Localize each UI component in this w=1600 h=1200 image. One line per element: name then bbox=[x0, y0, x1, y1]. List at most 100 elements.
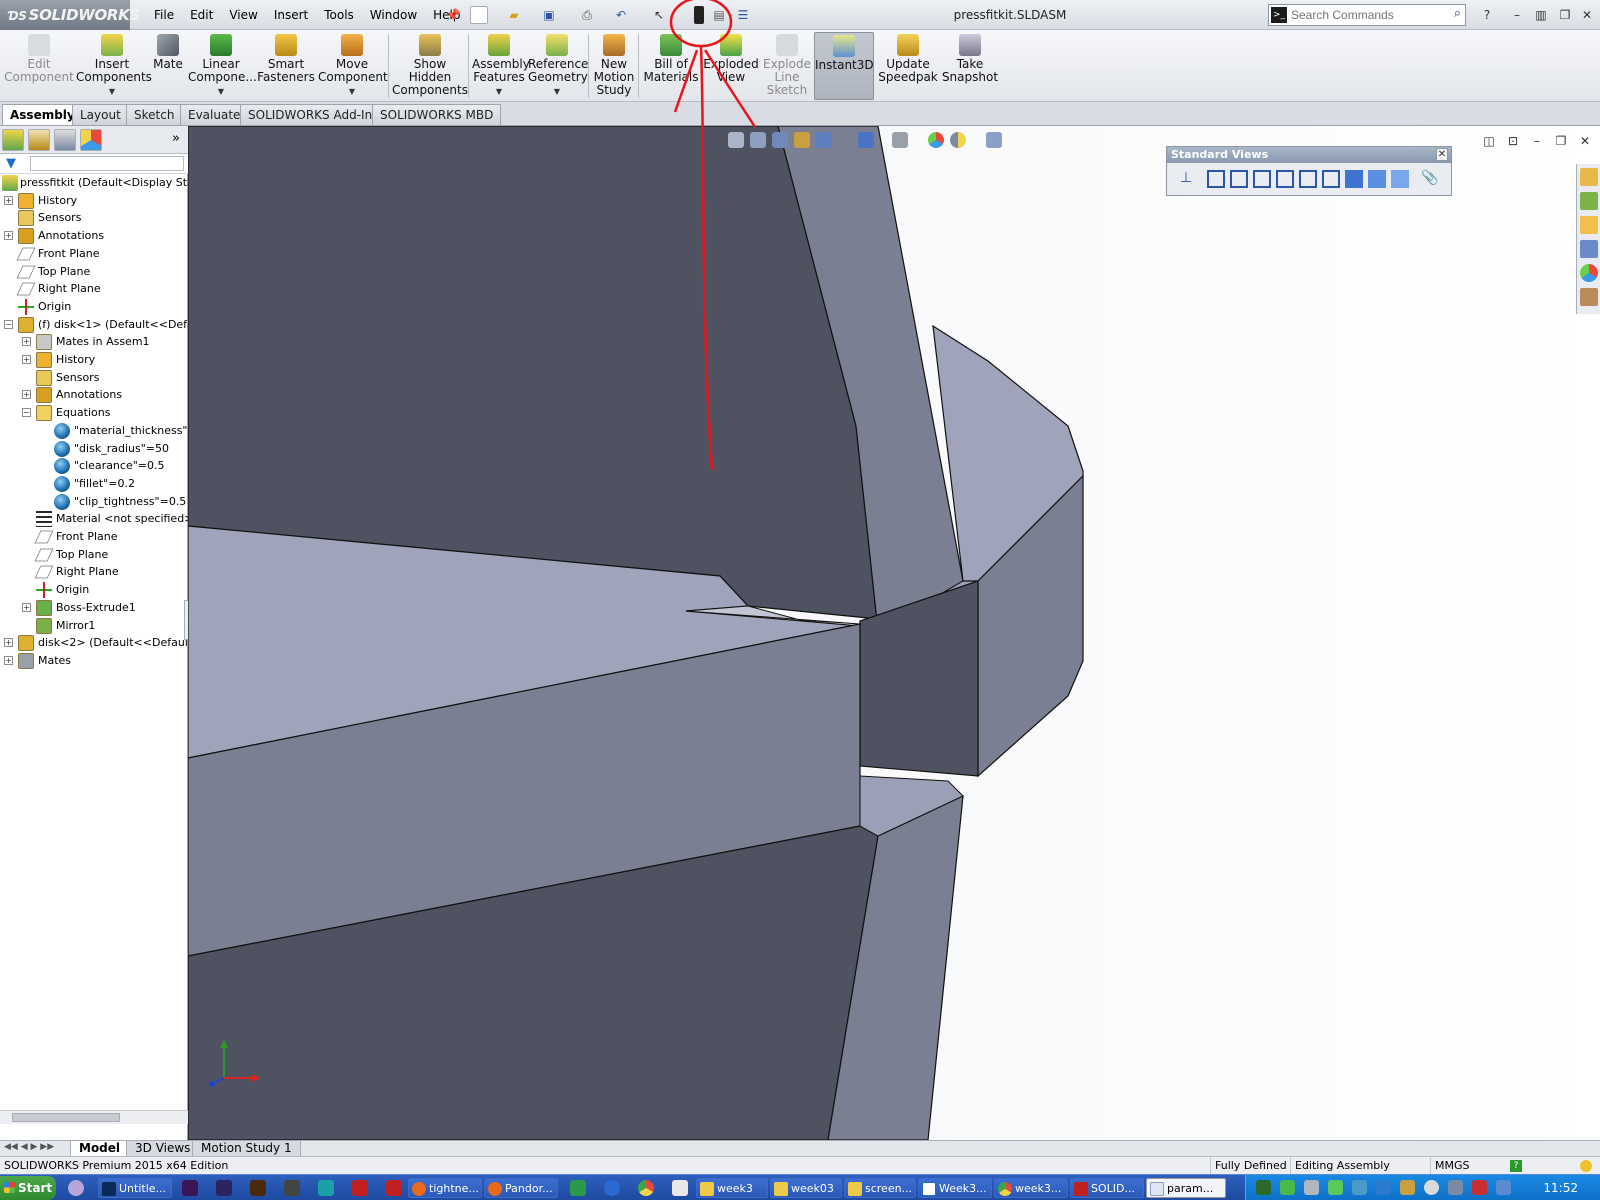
app-quick-icon[interactable] bbox=[570, 1180, 586, 1196]
view-orientation-icon[interactable] bbox=[858, 132, 874, 148]
tab-3d-views[interactable]: 3D Views bbox=[126, 1141, 200, 1157]
dropdown-arrow-icon[interactable]: ▼ bbox=[188, 85, 254, 98]
taskbar-chrome-week3[interactable]: week3... bbox=[994, 1178, 1068, 1198]
solidworks-logo[interactable]: ƊS SOLIDWORKS bbox=[0, 0, 140, 30]
view-selector-pin-icon[interactable]: 📎 bbox=[1421, 170, 1439, 188]
tree-item[interactable]: Origin bbox=[0, 581, 188, 599]
taskbar-clock[interactable]: 11:52 bbox=[1543, 1175, 1578, 1200]
display-manager-tab-icon[interactable] bbox=[80, 129, 102, 151]
tree-item[interactable]: + Annotations bbox=[0, 227, 188, 245]
volume-icon[interactable] bbox=[1424, 1180, 1439, 1195]
viewport-restore-icon[interactable]: ❐ bbox=[1552, 132, 1570, 150]
tree-item[interactable]: Sensors bbox=[0, 209, 188, 227]
undo-icon[interactable]: ↶ bbox=[612, 6, 630, 24]
dropdown-arrow-icon[interactable]: ▼ bbox=[472, 85, 526, 98]
tree-item[interactable]: "clearance"=0.5 bbox=[0, 457, 188, 475]
search-input[interactable] bbox=[1291, 6, 1436, 24]
taskbar-firefox-pandora[interactable]: Pandor... bbox=[484, 1178, 558, 1198]
illustrator-icon[interactable] bbox=[250, 1180, 266, 1196]
dropdown-arrow-icon[interactable]: ▼ bbox=[528, 85, 586, 98]
tile-icon[interactable]: ▥ bbox=[1532, 6, 1550, 24]
tray-icon[interactable] bbox=[1400, 1180, 1415, 1195]
exploded-view-button[interactable]: Exploded View bbox=[702, 32, 760, 100]
search-mode-icon[interactable]: >_ bbox=[1271, 7, 1287, 23]
right-view-icon[interactable] bbox=[1276, 170, 1294, 188]
collapse-icon[interactable]: − bbox=[22, 408, 31, 418]
move-component-button[interactable]: Move Component ▼ bbox=[318, 32, 388, 100]
print-icon[interactable]: ⎙ bbox=[578, 6, 596, 24]
app-quick-icon[interactable] bbox=[672, 1180, 688, 1196]
expand-panel-icon[interactable]: » bbox=[172, 131, 180, 146]
trimetric-view-icon[interactable] bbox=[1368, 170, 1386, 188]
tree-item[interactable]: Mirror1 bbox=[0, 617, 188, 635]
file-explorer-icon[interactable] bbox=[1580, 216, 1598, 234]
tray-icon[interactable] bbox=[1256, 1180, 1271, 1195]
save-icon[interactable]: ▣ bbox=[540, 6, 558, 24]
tab-model[interactable]: Model bbox=[70, 1141, 130, 1157]
taskbar-param[interactable]: param... bbox=[1146, 1178, 1226, 1198]
design-library-icon[interactable] bbox=[1580, 192, 1598, 210]
tab-scroll-arrows-icon[interactable]: ◀◀ ◀ ▶ ▶▶ bbox=[4, 1142, 66, 1155]
tree-item[interactable]: "disk_radius"=50 bbox=[0, 440, 188, 458]
instant3d-button[interactable]: Instant3D bbox=[814, 32, 874, 100]
options-icon[interactable]: ☰ bbox=[734, 6, 752, 24]
bottom-view-icon[interactable] bbox=[1322, 170, 1340, 188]
assembly-features-button[interactable]: Assembly Features ▼ bbox=[472, 32, 530, 100]
left-view-icon[interactable] bbox=[1253, 170, 1271, 188]
status-rebuild-icon[interactable] bbox=[1580, 1160, 1592, 1172]
feature-manager-tab-icon[interactable] bbox=[2, 129, 24, 151]
edit-component-button[interactable]: Edit Component bbox=[4, 32, 74, 100]
expand-icon[interactable]: + bbox=[4, 195, 13, 205]
hide-show-items-icon[interactable] bbox=[892, 132, 908, 148]
quick-launch-icon[interactable] bbox=[68, 1180, 84, 1196]
insert-components-button[interactable]: Insert Components ▼ bbox=[76, 32, 152, 100]
tree-item[interactable]: + History bbox=[0, 351, 188, 369]
tree-item[interactable]: "material_thickness"=3 bbox=[0, 422, 188, 440]
tray-icon[interactable] bbox=[1328, 1180, 1343, 1195]
inkscape-icon[interactable] bbox=[284, 1180, 300, 1196]
chrome-icon[interactable] bbox=[638, 1180, 654, 1196]
collapse-icon[interactable]: − bbox=[4, 319, 13, 329]
taskbar-folder-week03[interactable]: week03 bbox=[770, 1178, 842, 1198]
top-view-icon[interactable] bbox=[1299, 170, 1317, 188]
unit-system-selector[interactable]: MMGS bbox=[1430, 1157, 1474, 1175]
show-hidden-components-button[interactable]: Show Hidden Components bbox=[392, 32, 468, 100]
after-effects-icon[interactable] bbox=[216, 1180, 232, 1196]
expand-icon[interactable]: + bbox=[22, 602, 31, 612]
select-arrow-icon[interactable]: ↖ bbox=[650, 6, 668, 24]
update-speedpak-button[interactable]: Update Speedpak bbox=[878, 32, 938, 100]
expand-icon[interactable]: + bbox=[22, 390, 31, 400]
rebuild-traffic-light-icon[interactable] bbox=[694, 6, 704, 24]
edit-appearance-icon[interactable] bbox=[928, 132, 944, 148]
pdf-quick-icon[interactable] bbox=[386, 1180, 402, 1196]
expand-icon[interactable]: + bbox=[22, 337, 31, 347]
zoom-to-fit-icon[interactable] bbox=[728, 132, 744, 148]
menu-window[interactable]: Window bbox=[362, 0, 425, 30]
tree-item[interactable]: Right Plane bbox=[0, 280, 188, 298]
expand-icon[interactable]: + bbox=[4, 638, 13, 648]
dynamic-annotation-icon[interactable] bbox=[816, 132, 832, 148]
taskbar-folder-week3[interactable]: week3 bbox=[696, 1178, 768, 1198]
apply-scene-icon[interactable] bbox=[950, 132, 966, 148]
tray-icon[interactable] bbox=[1496, 1180, 1511, 1195]
tree-root-assembly[interactable]: pressfitkit (Default<Display State- bbox=[0, 174, 188, 192]
tree-item[interactable]: − (f) disk<1> (Default<<Default bbox=[0, 316, 188, 334]
isometric-view-icon[interactable] bbox=[1345, 170, 1363, 188]
tree-item[interactable]: − Equations bbox=[0, 404, 188, 422]
search-icon[interactable]: ⌕ bbox=[1454, 6, 1461, 21]
open-folder-icon[interactable]: ▰ bbox=[505, 6, 523, 24]
view-settings-icon[interactable] bbox=[986, 132, 1002, 148]
search-commands-box[interactable]: >_ ⌕ bbox=[1268, 4, 1466, 26]
restore-icon[interactable]: ❐ bbox=[1556, 6, 1574, 24]
configuration-manager-tab-icon[interactable] bbox=[54, 129, 76, 151]
tray-icon[interactable] bbox=[1352, 1180, 1367, 1195]
tree-item[interactable]: Top Plane bbox=[0, 263, 188, 281]
menu-view[interactable]: View bbox=[221, 0, 265, 30]
filter-input[interactable] bbox=[30, 156, 184, 171]
tab-motion-study-1[interactable]: Motion Study 1 bbox=[192, 1141, 301, 1157]
solidworks-resources-icon[interactable] bbox=[1580, 168, 1598, 186]
tab-solidworks-add-ins[interactable]: SOLIDWORKS Add-Ins bbox=[240, 104, 387, 125]
tree-item[interactable]: Front Plane bbox=[0, 528, 188, 546]
tab-solidworks-mbd[interactable]: SOLIDWORKS MBD bbox=[372, 104, 502, 125]
tab-assembly[interactable]: Assembly bbox=[2, 104, 83, 125]
